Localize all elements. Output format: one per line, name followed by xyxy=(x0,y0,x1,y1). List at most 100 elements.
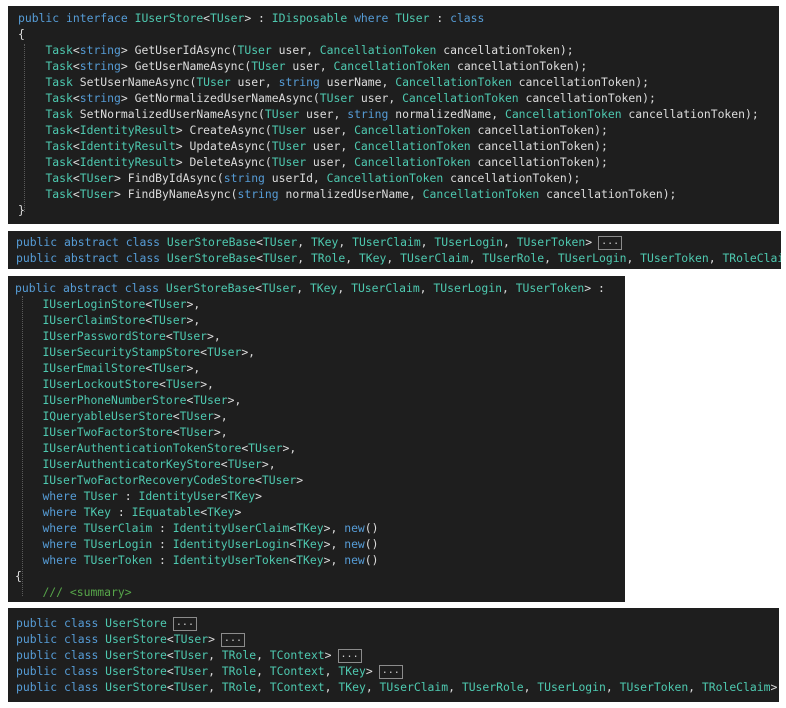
type-token: TUser xyxy=(319,91,355,105)
type-token: TUser xyxy=(173,632,209,646)
type-token: TUser xyxy=(83,489,118,503)
type-token: IUserEmailStore xyxy=(42,361,146,375)
code-line: IUserPhoneNumberStore<TUser>, xyxy=(15,392,625,408)
keyword-token: where xyxy=(42,521,84,535)
type-token: TUser xyxy=(173,664,209,678)
code-line: IUserClaimStore<TUser>, xyxy=(15,312,625,328)
code-line: { xyxy=(18,26,779,42)
code-token: >, xyxy=(323,521,345,535)
type-token: IUserLoginStore xyxy=(42,297,146,311)
keyword-token: public xyxy=(16,251,65,265)
type-token: TUserToken xyxy=(515,281,585,295)
code-line: where TUserLogin : IdentityUserLogin<TKe… xyxy=(15,536,625,552)
type-token: Task xyxy=(45,139,73,153)
code-token: > CreateAsync( xyxy=(175,123,272,137)
keyword-token: string xyxy=(223,171,265,185)
collapsed-region-icon[interactable]: ... xyxy=(172,616,197,631)
collapsed-region-icon[interactable]: ... xyxy=(337,648,362,663)
code-token: , xyxy=(605,680,620,694)
code-token: , xyxy=(386,251,401,265)
type-token: UserStore xyxy=(105,664,167,678)
type-token: UserStore xyxy=(105,632,167,646)
keyword-token: public xyxy=(16,235,65,249)
type-token: IdentityResult xyxy=(79,155,176,169)
keyword-token: string xyxy=(237,187,279,201)
keyword-token: new xyxy=(344,537,365,551)
keyword-token: where xyxy=(42,489,84,503)
type-token: TRole xyxy=(221,648,257,662)
code-token: user, xyxy=(271,43,320,57)
type-token: Task xyxy=(45,59,73,73)
keyword-token: where xyxy=(42,553,84,567)
type-token: TUser xyxy=(271,123,307,137)
code-token: < xyxy=(72,91,80,105)
type-token: TUserClaim xyxy=(352,235,421,249)
code-token: < xyxy=(166,632,174,646)
keyword-token: public xyxy=(18,11,67,25)
type-token: TUser xyxy=(264,107,300,121)
type-token: CancellationToken xyxy=(333,59,451,73)
type-token: TUserToken xyxy=(619,680,689,694)
code-line: IUserEmailStore<TUser>, xyxy=(15,360,625,376)
type-token: IEquatable xyxy=(131,505,201,519)
type-token: UserStore xyxy=(105,680,167,694)
code-token: () xyxy=(364,537,379,551)
code-token: < xyxy=(72,43,80,57)
type-token: Task xyxy=(45,43,73,57)
collapsed-region-icon[interactable]: ... xyxy=(378,664,403,679)
code-token: >, xyxy=(323,553,345,567)
type-token: IUserTwoFactorRecoveryCodeStore xyxy=(42,473,256,487)
code-token: > UpdateAsync( xyxy=(175,139,272,153)
code-token: >, xyxy=(200,377,214,391)
code-token: < xyxy=(166,664,174,678)
type-token: TUserToken xyxy=(516,235,586,249)
code-token: cancellationToken); xyxy=(539,187,677,201)
code-token: userId, xyxy=(264,171,327,185)
code-panel-userstorebase-collapsed: public abstract class UserStoreBase<TUse… xyxy=(8,231,781,269)
code-token: , xyxy=(256,680,270,694)
type-token: TUserLogin xyxy=(557,251,627,265)
keyword-token: class xyxy=(450,11,485,25)
code-token: user, xyxy=(299,107,348,121)
type-token: TKey xyxy=(296,537,324,551)
code-token: , xyxy=(626,251,641,265)
code-token: SetNormalizedUserNameAsync( xyxy=(72,107,265,121)
code-token: , xyxy=(324,664,339,678)
type-token: CancellationToken xyxy=(422,187,540,201)
code-token: , xyxy=(448,680,462,694)
code-token: < xyxy=(255,281,262,295)
type-token: Task xyxy=(45,91,73,105)
code-token: , xyxy=(419,281,434,295)
code-line: Task SetUserNameAsync(TUser user, string… xyxy=(18,74,779,90)
code-line: IUserLockoutStore<TUser>, xyxy=(15,376,625,392)
type-token: TUser xyxy=(271,155,307,169)
code-line: IUserAuthenticatorKeyStore<TUser>, xyxy=(15,456,625,472)
code-line: Task<TUser> FindByIdAsync(string userId,… xyxy=(18,170,779,186)
keyword-token: class xyxy=(64,664,106,678)
code-token: , xyxy=(501,281,516,295)
collapsed-region-icon[interactable]: ... xyxy=(220,632,245,647)
keyword-token: abstract xyxy=(64,235,126,249)
keyword-token: string xyxy=(347,107,389,121)
collapsed-region-icon[interactable]: ... xyxy=(598,235,623,250)
code-token: , xyxy=(256,664,270,678)
code-line: public abstract class UserStoreBase<TUse… xyxy=(16,250,781,266)
code-line: public class UserStore<TUser, TRole, TCo… xyxy=(16,663,779,679)
type-token: TUser xyxy=(173,648,209,662)
code-token: < xyxy=(172,409,180,423)
type-token: Task xyxy=(45,155,73,169)
type-token: IdentityResult xyxy=(79,123,176,137)
type-token: IUserSecurityStampStore xyxy=(42,345,201,359)
type-token: IUserAuthenticationTokenStore xyxy=(42,441,242,455)
type-token: TUser xyxy=(179,409,214,423)
